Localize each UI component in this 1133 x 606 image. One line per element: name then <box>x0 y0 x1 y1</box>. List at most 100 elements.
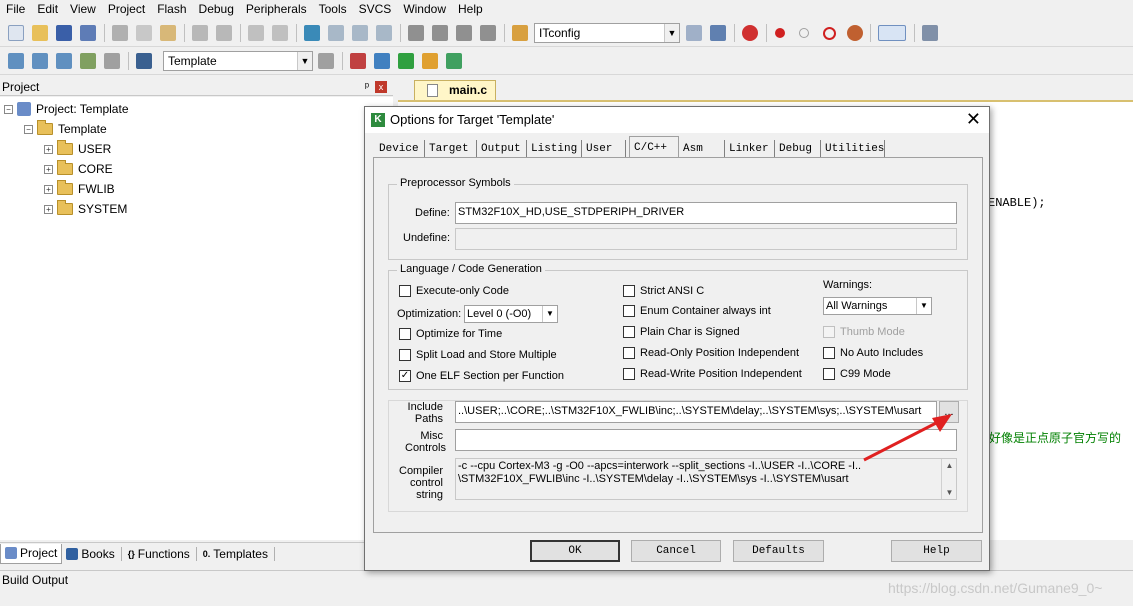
expand-icon[interactable]: + <box>44 184 53 194</box>
rebuild-icon[interactable] <box>56 53 72 69</box>
ok-button[interactable]: OK <box>530 540 620 562</box>
debug-session-icon[interactable] <box>742 25 758 41</box>
configure-wrench-icon[interactable] <box>922 25 938 41</box>
menu-project[interactable]: Project <box>102 0 151 19</box>
config-combo[interactable]: ITconfig ▼ <box>534 23 680 43</box>
select-packs-icon[interactable] <box>422 53 438 69</box>
new-file-icon[interactable] <box>8 25 24 41</box>
uncomment-icon[interactable] <box>480 25 496 41</box>
build-icon[interactable] <box>32 53 48 69</box>
comment-icon[interactable] <box>456 25 472 41</box>
expand-icon[interactable]: + <box>44 204 53 214</box>
optimize-time-checkbox[interactable]: Optimize for Time <box>399 328 502 340</box>
batch-build-icon[interactable] <box>80 53 96 69</box>
tab-utilities[interactable]: Utilities <box>821 140 885 158</box>
cut-icon[interactable] <box>112 25 128 41</box>
menu-debug[interactable]: Debug <box>193 0 240 19</box>
undefine-input[interactable] <box>455 228 957 250</box>
tree-group-fwlib[interactable]: + FWLIB <box>44 179 115 199</box>
tab-listing[interactable]: Listing <box>527 140 582 158</box>
plain-char-checkbox[interactable]: Plain Char is Signed <box>623 326 740 338</box>
tab-linker[interactable]: Linker <box>725 140 775 158</box>
clear-bookmarks-icon[interactable] <box>376 25 392 41</box>
menu-svcs[interactable]: SVCS <box>353 0 398 19</box>
tab-user[interactable]: User <box>582 140 626 158</box>
kill-breakpoints-icon[interactable] <box>847 25 863 41</box>
find-in-files-icon[interactable] <box>512 25 528 41</box>
manage-rte-icon[interactable] <box>446 53 462 69</box>
tree-group-system[interactable]: + SYSTEM <box>44 199 127 219</box>
tab-debug[interactable]: Debug <box>775 140 821 158</box>
expand-icon[interactable]: + <box>44 144 53 154</box>
close-icon[interactable]: x <box>375 81 387 93</box>
help-button[interactable]: Help <box>891 540 982 562</box>
menu-view[interactable]: View <box>64 0 102 19</box>
incremental-find-icon[interactable] <box>710 25 726 41</box>
download-load-icon[interactable] <box>136 53 152 69</box>
execute-only-checkbox[interactable]: Execute-only Code <box>399 285 509 297</box>
scroll-down-icon[interactable]: ▼ <box>942 486 956 499</box>
close-icon[interactable]: ✕ <box>966 109 981 129</box>
tab-functions[interactable]: {} Functions <box>124 544 194 564</box>
warnings-select[interactable]: All Warnings ▼ <box>823 297 932 315</box>
menu-flash[interactable]: Flash <box>151 0 192 19</box>
ro-pi-checkbox[interactable]: Read-Only Position Independent <box>623 347 799 359</box>
stop-build-icon[interactable] <box>104 53 120 69</box>
breakpoint-icon[interactable] <box>775 28 785 38</box>
split-load-checkbox[interactable]: Split Load and Store Multiple <box>399 349 557 361</box>
tab-books[interactable]: Books <box>62 544 118 564</box>
compiler-string-scrollbar[interactable]: ▲ ▼ <box>941 459 956 499</box>
cancel-button[interactable]: Cancel <box>631 540 721 562</box>
copy-icon[interactable] <box>136 25 152 41</box>
strict-ansi-checkbox[interactable]: Strict ANSI C <box>623 285 704 297</box>
editor-tab-main-c[interactable]: main.c <box>414 80 496 100</box>
nav-forward-icon[interactable] <box>272 25 288 41</box>
disable-breakpoint-icon[interactable] <box>799 28 809 38</box>
undo-icon[interactable] <box>192 25 208 41</box>
tab-target[interactable]: Target <box>425 140 477 158</box>
paste-icon[interactable] <box>160 25 176 41</box>
defaults-button[interactable]: Defaults <box>733 540 824 562</box>
tab-project[interactable]: Project <box>0 543 63 564</box>
collapse-icon[interactable]: − <box>24 124 33 134</box>
target-options-icon[interactable] <box>318 53 334 69</box>
pack-installer-icon[interactable] <box>398 53 414 69</box>
no-auto-includes-checkbox[interactable]: No Auto Includes <box>823 347 923 359</box>
collapse-icon[interactable]: − <box>4 104 13 114</box>
rw-pi-checkbox[interactable]: Read-Write Position Independent <box>623 368 802 380</box>
tree-group-user[interactable]: + USER <box>44 139 111 159</box>
tab-c-cpp[interactable]: C/C++ <box>629 136 679 159</box>
file-extensions-icon[interactable] <box>374 53 390 69</box>
find-icon[interactable] <box>686 25 702 41</box>
prev-bookmark-icon[interactable] <box>328 25 344 41</box>
save-all-icon[interactable] <box>80 25 96 41</box>
open-folder-icon[interactable] <box>32 25 48 41</box>
tab-templates[interactable]: 0. Templates <box>199 544 272 564</box>
unindent-icon[interactable] <box>432 25 448 41</box>
optimization-select[interactable]: Level 0 (-O0) ▼ <box>464 305 558 323</box>
menu-help[interactable]: Help <box>452 0 489 19</box>
menu-window[interactable]: Window <box>397 0 452 19</box>
save-icon[interactable] <box>56 25 72 41</box>
next-bookmark-icon[interactable] <box>352 25 368 41</box>
disable-all-breakpoints-icon[interactable] <box>823 27 836 40</box>
pin-icon[interactable]: ᵖ <box>365 78 369 96</box>
c99-mode-checkbox[interactable]: C99 Mode <box>823 368 891 380</box>
one-elf-checkbox[interactable]: ✓ One ELF Section per Function <box>399 370 564 382</box>
window-layout-icon[interactable] <box>878 25 906 41</box>
tab-output[interactable]: Output <box>477 140 527 158</box>
menu-tools[interactable]: Tools <box>313 0 353 19</box>
tab-asm[interactable]: Asm <box>679 140 725 158</box>
menu-file[interactable]: File <box>0 0 31 19</box>
nav-back-icon[interactable] <box>248 25 264 41</box>
tree-group-core[interactable]: + CORE <box>44 159 113 179</box>
manage-components-icon[interactable] <box>350 53 366 69</box>
target-combo[interactable]: Template ▼ <box>163 51 313 71</box>
tree-root[interactable]: − Project: Template <box>4 99 129 119</box>
redo-icon[interactable] <box>216 25 232 41</box>
translate-icon[interactable] <box>8 53 24 69</box>
indent-icon[interactable] <box>408 25 424 41</box>
menu-edit[interactable]: Edit <box>31 0 64 19</box>
menu-peripherals[interactable]: Peripherals <box>240 0 313 19</box>
tab-device[interactable]: Device <box>375 140 425 158</box>
